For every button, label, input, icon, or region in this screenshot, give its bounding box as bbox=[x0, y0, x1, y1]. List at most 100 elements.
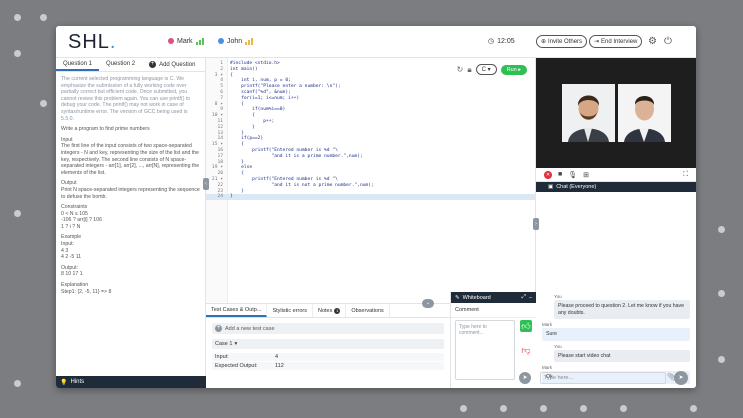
end-interview-button[interactable]: ⇥ End Interview bbox=[589, 35, 643, 48]
end-call-icon[interactable]: ✕ bbox=[544, 170, 552, 179]
chat-input[interactable]: Type here... bbox=[540, 372, 666, 384]
constraint-line: 1 ? i ? N bbox=[61, 223, 81, 230]
add-question-button[interactable]: + Add Question bbox=[142, 58, 202, 71]
bg-dot bbox=[620, 405, 627, 412]
end-label: End Interview bbox=[601, 38, 638, 45]
collapse-left-handle[interactable]: ‹ bbox=[203, 178, 209, 190]
shl-logo: SHL. bbox=[68, 31, 117, 53]
code-text: "and it is a prime number.",num); bbox=[230, 153, 363, 159]
bg-dot bbox=[14, 50, 21, 57]
comment-input[interactable]: Type here to comment... bbox=[455, 320, 515, 380]
chat-sender: You bbox=[554, 294, 562, 299]
run-button[interactable]: Run ▸ bbox=[500, 64, 527, 75]
send-chat-button[interactable]: ➤ bbox=[674, 371, 688, 385]
whiteboard-panel: ✎ Whiteboard ⤢ – Comment Type here to co… bbox=[450, 292, 536, 388]
test-case-input-row: Input: 4 bbox=[212, 352, 444, 361]
participant-mark: Mark bbox=[168, 37, 204, 45]
chat-message: You Please start video chat bbox=[542, 343, 690, 362]
bg-dot bbox=[14, 380, 21, 387]
code-lines[interactable]: 1 #include <stdio.h> 2 int main() 3 ▾{4 int … bbox=[206, 61, 536, 201]
tests-toggle-handle[interactable]: ⌄ bbox=[422, 299, 434, 308]
whiteboard-title: Whiteboard bbox=[462, 294, 491, 301]
participant-status-dot bbox=[218, 38, 224, 44]
tab-test-cases[interactable]: Test Cases & Outp... bbox=[206, 304, 268, 317]
example-input-label: Input: bbox=[61, 241, 74, 248]
constraint-line: -106 ? arr[i] ? 106 bbox=[61, 217, 102, 224]
chat-text: Please proceed to question 2. Let me kno… bbox=[554, 300, 690, 319]
thumbs-down-icon[interactable]: 👎︎ bbox=[520, 344, 532, 356]
expected-value: 112 bbox=[275, 363, 284, 369]
explanation-title: Explanation bbox=[61, 282, 89, 289]
minimize-icon[interactable]: – bbox=[529, 295, 532, 301]
test-case-header[interactable]: Case 1 ▾ bbox=[212, 339, 444, 349]
refresh-icon[interactable]: ↻ bbox=[457, 65, 464, 74]
exit-icon: ⇥ bbox=[594, 39, 600, 45]
bg-dot bbox=[40, 100, 47, 107]
collapse-right-handle[interactable]: › bbox=[533, 218, 539, 230]
tab-question-2[interactable]: Question 2 bbox=[99, 58, 142, 71]
bg-dot bbox=[580, 405, 587, 412]
person-video bbox=[562, 84, 615, 142]
clock-icon: ◷ bbox=[488, 38, 495, 45]
bg-dot bbox=[718, 226, 725, 233]
bg-dot bbox=[40, 14, 47, 21]
camera-icon[interactable]: ■ bbox=[558, 171, 562, 178]
microphone-icon[interactable]: 🎙︎ bbox=[568, 171, 577, 179]
video-area bbox=[536, 58, 696, 168]
input-label: Input: bbox=[215, 354, 229, 360]
question-tabs: Question 1 Question 2 + Add Question bbox=[56, 58, 205, 72]
chat-sender: Mark bbox=[542, 365, 552, 370]
input-text: The first line of the input consists of … bbox=[61, 143, 200, 176]
thumbs-up-icon[interactable]: 👍︎ bbox=[520, 320, 532, 332]
lock-icon[interactable]: 🔒︎ bbox=[467, 65, 471, 75]
bg-dot bbox=[718, 356, 725, 363]
bg-dot bbox=[460, 405, 467, 412]
invite-label: Invite Others bbox=[548, 38, 583, 45]
add-test-case-button[interactable]: + Add a new test case bbox=[212, 323, 444, 334]
chat-icon: ▣ bbox=[548, 184, 554, 190]
output-text: Print N space-separated integers represe… bbox=[61, 186, 200, 200]
bg-dot bbox=[718, 290, 725, 297]
top-bar: SHL. Mark John ◷ 12:05 ⊕ Invite Others ⇥… bbox=[56, 26, 696, 58]
tab-observations[interactable]: Observations bbox=[346, 304, 390, 317]
chat-sender: Mark bbox=[542, 322, 552, 327]
hints-label: Hints bbox=[70, 379, 85, 385]
constraints-title: Constraints bbox=[61, 204, 88, 211]
code-editor[interactable]: 1 #include <stdio.h> 2 int main() 3 ▾{4 int … bbox=[203, 58, 536, 303]
hints-bar[interactable]: 💡 Hints bbox=[56, 376, 206, 388]
tab-notes[interactable]: Notes 1 bbox=[313, 304, 347, 317]
bg-dot bbox=[500, 405, 507, 412]
example-output-value: 8 10 17 1 bbox=[61, 271, 83, 278]
participant-status-dot bbox=[168, 38, 174, 44]
chat-message: Mark Sure bbox=[542, 322, 690, 341]
gear-icon[interactable]: ⚙ bbox=[648, 36, 657, 47]
power-icon[interactable]: ⏻ bbox=[664, 36, 672, 47]
add-test-case-label: Add a new test case bbox=[225, 325, 275, 332]
pencil-icon: ✎ bbox=[455, 294, 460, 301]
signal-bars-icon bbox=[245, 37, 254, 45]
video-tile-candidate bbox=[618, 84, 671, 142]
invite-others-button[interactable]: ⊕ Invite Others bbox=[536, 35, 588, 48]
grid-icon[interactable]: ⊞ bbox=[583, 171, 589, 179]
tab-stylistic-errors[interactable]: Stylistic errors bbox=[267, 304, 313, 317]
send-comment-button[interactable]: ➤ bbox=[519, 372, 531, 384]
signal-bars-icon bbox=[195, 37, 204, 45]
case-label: Case 1 bbox=[215, 341, 233, 347]
code-text: } bbox=[230, 194, 233, 200]
constraint-line: 0 < N ≤ 105 bbox=[61, 210, 88, 217]
person-video bbox=[618, 84, 671, 142]
test-cases-panel: ⌄ Test Cases & Outp... Stylistic errors … bbox=[206, 299, 450, 388]
expand-icon[interactable]: ⤢ bbox=[522, 294, 526, 301]
whiteboard-header[interactable]: ✎ Whiteboard ⤢ – bbox=[451, 292, 536, 303]
fullscreen-icon[interactable]: ⛶ bbox=[683, 171, 688, 179]
test-case-expected-row: Expected Output: 112 bbox=[212, 361, 444, 370]
interview-app-window: SHL. Mark John ◷ 12:05 ⊕ Invite Others ⇥… bbox=[56, 26, 696, 388]
code-line[interactable]: 24} bbox=[206, 194, 536, 201]
question-task: Write a program to find prime numbers bbox=[61, 126, 150, 133]
chat-sender: You bbox=[554, 343, 562, 349]
tab-question-1[interactable]: Question 1 bbox=[56, 58, 100, 71]
language-select[interactable]: C ▾ bbox=[475, 64, 497, 75]
bg-dot bbox=[540, 405, 547, 412]
chat-text: Sure bbox=[542, 328, 690, 341]
participant-john: John bbox=[218, 37, 254, 45]
